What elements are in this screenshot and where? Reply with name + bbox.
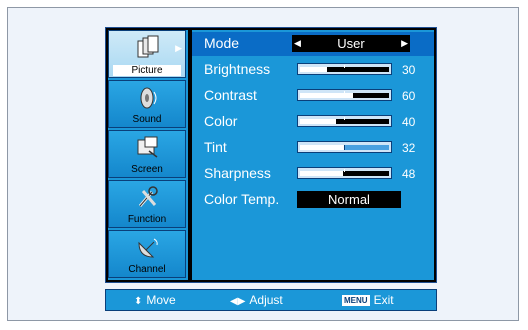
sidebar-item-screen[interactable]: Screen [108, 130, 186, 178]
slider-fill [300, 171, 343, 176]
sidebar-item-label: Sound [132, 114, 162, 125]
brightness-value: 30 [402, 63, 416, 77]
mode-selector[interactable]: ◀ User ▶ [292, 35, 410, 52]
sidebar-item-label: Channel [128, 264, 166, 275]
slider-fill [300, 93, 354, 98]
slider-fill [300, 119, 336, 124]
sidebar-item-picture[interactable]: ▶ Picture [108, 30, 186, 78]
color-row[interactable]: Color 40 [192, 110, 434, 134]
up-down-arrow-icon: ⬍ [134, 296, 143, 307]
contrast-value: 60 [402, 89, 416, 103]
color-slider[interactable] [297, 115, 392, 127]
color-temp-value: Normal [328, 192, 370, 207]
brightness-slider[interactable] [297, 63, 392, 75]
color-temp-label: Color Temp. [204, 191, 280, 207]
mode-row[interactable]: Mode ◀ User ▶ [192, 32, 434, 56]
sidebar-item-sound[interactable]: Sound [108, 80, 186, 128]
slider-fill [300, 67, 327, 72]
exit-hint: MENU Exit [342, 293, 394, 307]
tint-label: Tint [204, 139, 227, 155]
tint-row[interactable]: Tint 32 [192, 136, 434, 160]
sidebar-item-channel[interactable]: Channel [108, 230, 186, 278]
arrow-right-icon[interactable]: ▶ [401, 35, 408, 52]
brightness-row[interactable]: Brightness 30 [192, 58, 434, 82]
arrow-left-icon[interactable]: ◀ [294, 35, 301, 52]
tint-value: 32 [402, 141, 416, 155]
sharpness-value: 48 [402, 167, 416, 181]
mode-value: User [337, 36, 365, 51]
sidebar-item-label: Screen [131, 164, 163, 175]
color-value: 40 [402, 115, 416, 129]
mode-label: Mode [204, 35, 240, 51]
sharpness-label: Sharpness [204, 165, 271, 181]
contrast-label: Contrast [204, 87, 257, 103]
menu-key-badge: MENU [342, 295, 370, 306]
osd-menu: ▶ Picture Sound Screen Function Channel … [105, 27, 437, 283]
settings-panel: Mode ◀ User ▶ Brightness 30 Contrast 60 … [192, 30, 434, 280]
key-hint-bar: ⬍ Move ◀▶ Adjust MENU Exit [105, 289, 437, 311]
speaker-icon [140, 87, 157, 109]
color-label: Color [204, 113, 238, 129]
sharpness-row[interactable]: Sharpness 48 [192, 162, 434, 186]
move-hint-label: Move [146, 293, 176, 307]
sidebar-item-label: Picture [113, 65, 181, 76]
contrast-slider[interactable] [297, 89, 392, 101]
category-sidebar: ▶ Picture Sound Screen Function Channel [108, 30, 188, 280]
tools-icon [138, 186, 158, 207]
screen-icon [137, 136, 158, 158]
contrast-row[interactable]: Contrast 60 [192, 84, 434, 108]
adjust-hint: ◀▶ Adjust [230, 293, 283, 307]
sidebar-item-function[interactable]: Function [108, 180, 186, 228]
color-temp-selector[interactable]: Normal [297, 191, 401, 208]
sharpness-slider[interactable] [297, 167, 392, 179]
sidebar-item-label: Function [127, 214, 167, 225]
picture-icon [137, 35, 159, 58]
move-hint: ⬍ Move [134, 293, 176, 307]
left-right-arrow-icon: ◀▶ [230, 296, 246, 307]
brightness-label: Brightness [204, 61, 271, 77]
color-temp-row[interactable]: Color Temp. Normal [192, 188, 434, 212]
adjust-hint-label: Adjust [249, 293, 283, 307]
tint-slider[interactable] [297, 141, 392, 153]
exit-hint-label: Exit [373, 293, 394, 307]
satellite-dish-icon [138, 238, 158, 258]
submenu-arrow-icon: ▶ [175, 43, 182, 53]
